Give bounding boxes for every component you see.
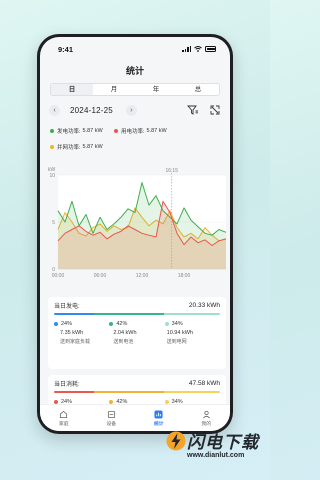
device-icon [107, 410, 115, 418]
generation-pct-home: 24% [54, 321, 109, 327]
generation-desc-grid: 送到电网 [166, 339, 187, 345]
generation-kwh-grid: 10.94 kWh [166, 329, 193, 336]
y-tick-label: 10 [49, 173, 55, 179]
generation-bar-segment [93, 313, 164, 315]
generation-bar-segment [163, 313, 220, 315]
tab-total[interactable]: 总 [177, 84, 219, 95]
legend-generation: 发电功率: 5.87 kW [50, 127, 113, 135]
legend-value: 5.87 kW [146, 128, 167, 134]
nav-home[interactable]: 家庭 [40, 405, 88, 431]
generation-card: 当日发电: 20.33 kWh 24% 42% 34% 7.35 kWh 2.0… [48, 297, 226, 369]
watermark-url: www.dianlut.com [187, 452, 245, 459]
app-screen: 9:41 统计 日 月 年 总 ‹ 2024-12-25 › 发电功率: 5.8… [40, 37, 230, 431]
expand-icon[interactable] [209, 104, 221, 116]
home-icon [60, 410, 68, 418]
legend-label: 并网功率: [57, 145, 81, 151]
generation-bar-segment [54, 313, 94, 315]
x-tick-label: 12:00 [136, 273, 149, 279]
x-tick-label: 18:00 [178, 273, 191, 279]
current-date[interactable]: 2024-12-25 [70, 106, 113, 115]
legend-value: 5.87 kW [82, 144, 103, 150]
nav-label: 我的 [201, 421, 212, 427]
tab-day[interactable]: 日 [51, 84, 93, 95]
legend-dot [50, 145, 54, 149]
legend-dot [114, 129, 118, 133]
filter-icon[interactable] [187, 104, 199, 116]
generation-pct-grid: 34% [164, 321, 220, 327]
watermark-text: 闪电下载 [187, 433, 259, 452]
legend-label: 用电功率: [121, 129, 145, 135]
legend-value: 5.87 kW [82, 128, 103, 134]
generation-total: 20.33 kWh [188, 301, 220, 309]
generation-bar [54, 313, 220, 315]
generation-pct-battery: 42% [109, 321, 164, 327]
page-title: 统计 [125, 66, 144, 76]
x-tick-label: 06:00 [94, 273, 107, 279]
power-chart[interactable]: kW105016:1500:00 06:00 12:00 18:00 [46, 163, 230, 287]
consumption-bar-segment [93, 391, 164, 393]
phone-frame: 9:41 统计 日 月 年 总 ‹ 2024-12-25 › 发电功率: 5.8… [37, 34, 233, 434]
legend-dot [50, 129, 54, 133]
chart-legend: 发电功率: 5.87 kW 用电功率: 5.87 kW 并网功率: 5.87 k… [40, 123, 230, 155]
nav-label: 统计 [153, 421, 164, 427]
consumption-bar-segment [163, 391, 220, 393]
generation-kwh-battery: 2.04 kWh [113, 329, 137, 336]
consumption-bar-segment [54, 391, 94, 393]
date-navigator: ‹ 2024-12-25 › [40, 99, 230, 121]
user-icon [202, 410, 210, 418]
y-tick-label: 5 [52, 220, 55, 226]
battery-icon [205, 46, 216, 52]
chevron-right-icon[interactable]: › [125, 104, 137, 116]
generation-desc-home: 送到家庭负载 [60, 339, 91, 345]
generation-kwh-home: 7.35 kWh [60, 329, 84, 336]
tab-month[interactable]: 月 [93, 84, 135, 95]
status-bar: 9:41 [40, 37, 230, 61]
status-icons [182, 46, 216, 52]
lightning-logo-icon [166, 431, 186, 451]
consumption-bar [54, 391, 220, 393]
watermark-logo: 闪电下载 www.dianlut.com [166, 428, 266, 468]
nav-device[interactable]: 设备 [88, 405, 136, 431]
consumption-total: 47.58 kWh [188, 379, 220, 387]
tab-year[interactable]: 年 [135, 84, 177, 95]
stats-icon [154, 409, 163, 419]
cursor-time-label: 16:15 [165, 168, 178, 174]
generation-title: 当日发电: [54, 303, 80, 310]
period-tabs: 日 月 年 总 [50, 83, 220, 96]
nav-label: 设备 [106, 421, 117, 427]
nav-label: 家庭 [58, 421, 69, 427]
wifi-icon [194, 46, 202, 52]
chevron-left-icon[interactable]: ‹ [49, 104, 60, 116]
legend-grid: 并网功率: 5.87 kW [50, 143, 113, 151]
bottom-nav: 家庭 设备 统计 我的 [40, 404, 230, 431]
generation-desc-battery: 送到电池 [113, 339, 134, 345]
signal-icon [182, 46, 191, 52]
consumption-title: 当日消耗: [54, 381, 80, 388]
x-tick-label: 00:00 [52, 273, 65, 279]
legend-label: 发电功率: [57, 129, 81, 135]
status-time: 9:41 [58, 44, 74, 54]
legend-consumption: 用电功率: 5.87 kW [114, 127, 177, 135]
